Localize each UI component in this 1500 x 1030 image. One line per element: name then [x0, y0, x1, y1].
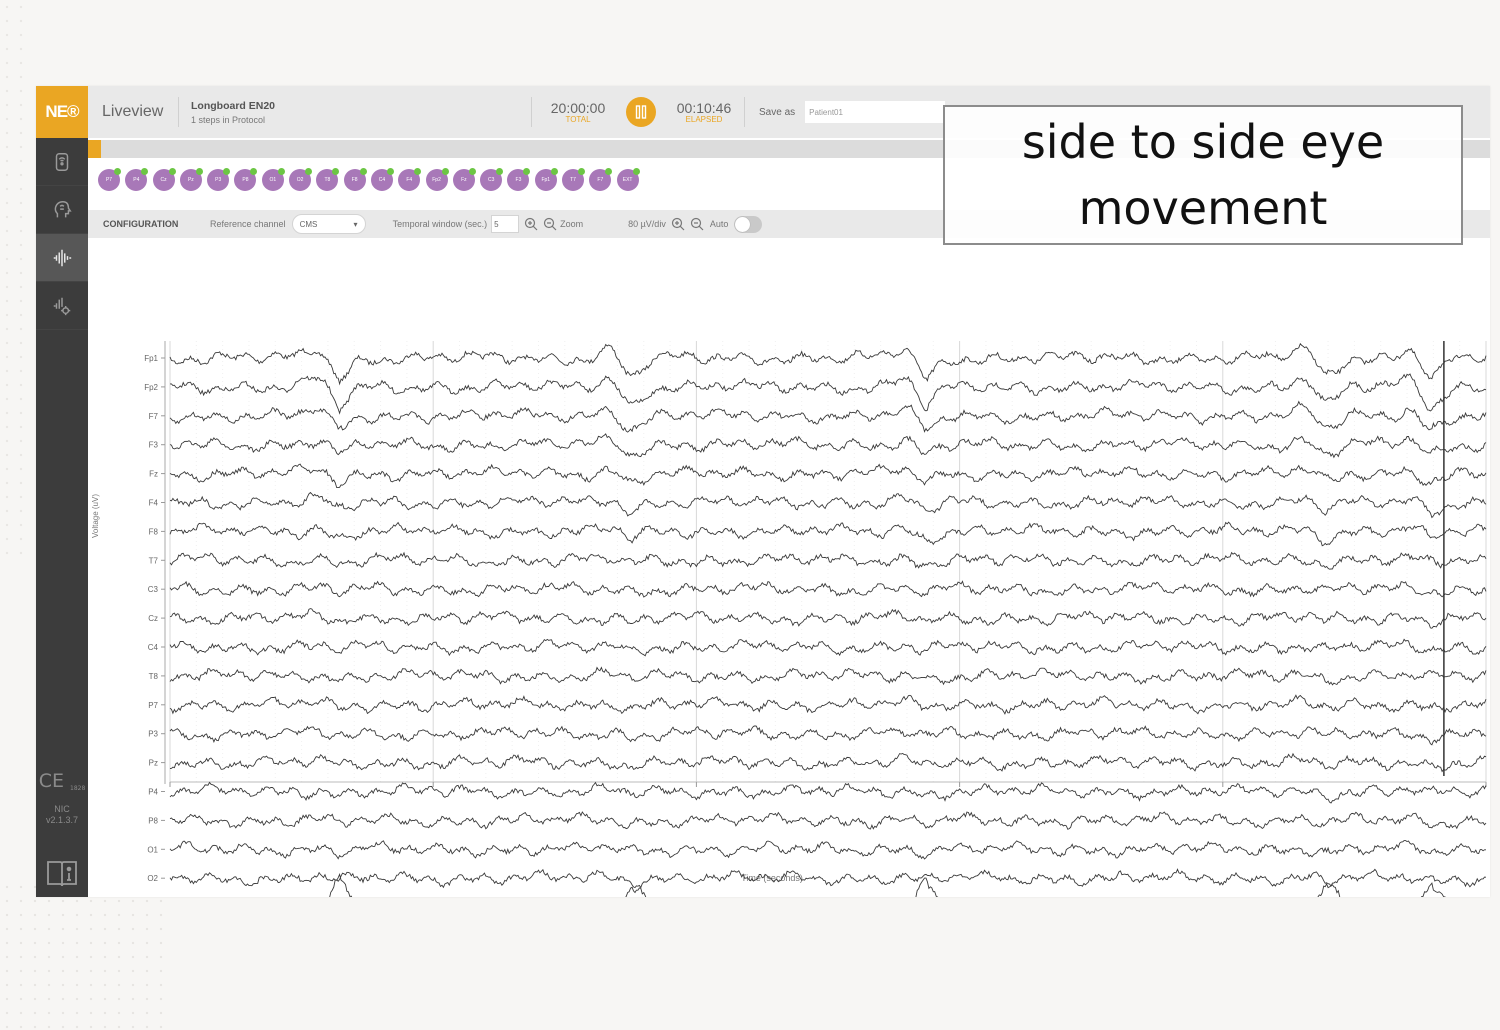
channel-chip-fp1[interactable]: Fp1 [534, 168, 558, 191]
channel-chip-fp2[interactable]: Fp2 [425, 168, 449, 191]
channel-label-p8: P8 [148, 816, 158, 825]
annotation-callout: side to side eye movement [943, 105, 1463, 245]
channel-chip-f3[interactable]: F3 [507, 168, 531, 191]
scale-up-icon[interactable] [671, 217, 685, 231]
sidebar: NE® CE 1828 NIC v2.1.3.7 [36, 86, 88, 897]
zoom-out-icon[interactable] [543, 217, 557, 231]
channel-chip-c4[interactable]: C4 [370, 168, 394, 191]
channel-label-p4: P4 [148, 788, 158, 797]
channel-label-o2: O2 [147, 874, 158, 883]
pause-icon [635, 105, 647, 119]
protocol-name: Longboard EN20 [191, 99, 276, 112]
channel-label-fp1: Fp1 [144, 354, 158, 363]
y-axis-label: Voltage (uV) [91, 494, 100, 538]
channel-label-f4: F4 [149, 499, 159, 508]
channel-label-pz: Pz [149, 759, 158, 768]
x-axis-label: Time (seconds) [741, 873, 803, 883]
channel-label-c3: C3 [148, 585, 159, 594]
channel-chip-f4[interactable]: F4 [398, 168, 422, 191]
divider [531, 97, 532, 127]
channel-label-t8: T8 [149, 672, 159, 681]
channel-chip-o2[interactable]: O2 [289, 168, 313, 191]
channel-chip-o1[interactable]: O1 [261, 168, 285, 191]
eeg-trace-pz [169, 752, 1487, 773]
auto-scale-toggle[interactable] [734, 215, 763, 233]
protocol-steps: 1 steps in Protocol [191, 114, 266, 125]
temporal-window-label: Temporal window (sec.) [392, 219, 488, 229]
configuration-title: CONFIGURATION [103, 219, 179, 229]
zoom-label: Zoom [560, 219, 584, 229]
save-as-input[interactable] [805, 101, 946, 123]
reference-channel-label: Reference channel [210, 219, 286, 229]
channel-chip-fz[interactable]: Fz [452, 168, 476, 191]
channel-label-p3: P3 [148, 730, 158, 739]
protocol-info: Longboard EN20 1 steps in Protocol [191, 100, 531, 125]
eeg-trace-f7 [169, 400, 1487, 433]
head-icon [54, 200, 72, 217]
recording-progress-fill [88, 140, 101, 158]
channel-status-list: P7 P4 Cz Pz P3 P8 O1 O2 T8 F8 C4 F4 Fp2 Fz C3 F3 Fp1 T7 F7… [98, 168, 644, 193]
divider [744, 97, 745, 127]
channel-label-f8: F8 [149, 527, 159, 536]
sidebar-item-head[interactable] [36, 186, 88, 234]
channel-label-t7: T7 [149, 556, 159, 565]
reference-channel-select[interactable]: CMS ▾ [291, 214, 366, 234]
channel-chip-cz[interactable]: Cz [152, 168, 176, 191]
channel-label-fp2: Fp2 [144, 383, 158, 392]
eeg-trace-t8 [169, 666, 1487, 686]
total-time: 20:00:00 TOTAL [550, 100, 606, 124]
sidebar-item-stimulation[interactable] [36, 282, 88, 330]
channel-chip-f8[interactable]: F8 [343, 168, 367, 191]
background-dots [0, 880, 170, 1030]
background-dots [0, 0, 30, 560]
divider [178, 97, 179, 127]
channel-chip-p4[interactable]: P4 [125, 168, 149, 191]
channel-label-f3: F3 [149, 441, 159, 450]
eeg-plot-area: Voltage (uV) Time (seconds) Fp1 Fp2 F7 F3 Fz F4… [88, 246, 1490, 924]
channel-chip-pz[interactable]: Pz [179, 168, 203, 191]
eeg-trace-fz [169, 463, 1487, 489]
channel-label-o1: O1 [147, 845, 158, 854]
eeg-trace-p7 [169, 694, 1487, 715]
manual-info-icon[interactable] [45, 856, 79, 890]
waveform-settings-icon [53, 297, 71, 315]
page-title: Liveview [102, 103, 164, 120]
eeg-trace-o2 [169, 868, 1487, 889]
channel-label-fz: Fz [149, 470, 158, 479]
channel-label-cz: Cz [148, 614, 158, 623]
elapsed-time: 00:10:46 ELAPSED [676, 100, 732, 124]
channel-label-p7: P7 [148, 701, 158, 710]
dropdown-arrow-icon: ▾ [353, 219, 358, 229]
channel-chip-t8[interactable]: T8 [316, 168, 340, 191]
scale-down-icon[interactable] [690, 217, 704, 231]
waveform-icon [53, 249, 72, 266]
app-logo: NE® [36, 86, 88, 138]
sidebar-item-device[interactable] [36, 138, 88, 186]
auto-scale-label: Auto [709, 219, 729, 229]
channel-chip-t7[interactable]: T7 [562, 168, 586, 191]
eeg-trace-t7 [169, 551, 1487, 570]
pause-button[interactable] [626, 97, 656, 127]
ce-mark: CE 1828 [38, 770, 86, 792]
channel-label-f7: F7 [149, 412, 159, 421]
channel-label-c4: C4 [148, 643, 159, 652]
channel-chip-c3[interactable]: C3 [480, 168, 504, 191]
channel-chip-p8[interactable]: P8 [234, 168, 258, 191]
eeg-trace-o1 [169, 840, 1486, 860]
temporal-window-input[interactable] [491, 215, 520, 233]
channel-chip-p3[interactable]: P3 [207, 168, 231, 191]
eeg-trace-p8 [169, 811, 1487, 830]
sidebar-item-liveview[interactable] [36, 234, 88, 282]
channel-chip-ext[interactable]: EXT [616, 168, 640, 191]
device-icon [55, 152, 69, 171]
amplitude-scale-label: 80 µV/div [628, 219, 666, 229]
app-version: NIC v2.1.3.7 [45, 804, 79, 825]
channel-chip-f7[interactable]: F7 [589, 168, 613, 191]
save-as-label: Save as [759, 106, 796, 118]
channel-chip-p7[interactable]: P7 [98, 168, 121, 191]
eeg-plot: Voltage (uV) Time (seconds) Fp1 Fp2 F7 F3 Fz F4… [91, 341, 1487, 924]
eeg-trace-p4 [169, 781, 1487, 804]
zoom-in-icon[interactable] [524, 217, 538, 231]
